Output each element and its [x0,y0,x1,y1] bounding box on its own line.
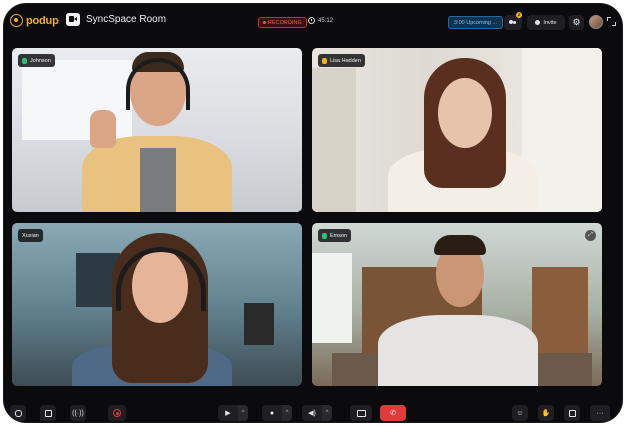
video-tile-xuxian[interactable]: Xuxian [12,223,302,386]
gear-icon: ⚙ [572,17,581,27]
participant-hair [434,235,486,255]
participant-shirt [140,148,176,212]
name-tag: Johnson [18,54,55,67]
speaker-options-button[interactable]: ^ [322,405,332,421]
notes-button[interactable] [40,405,56,421]
participants-count-badge: 2 [516,12,522,18]
end-call-button[interactable]: ✆ [380,405,406,421]
elapsed-time: 45:12 [318,17,334,24]
background-cabinet [532,267,588,357]
camera-icon: ▶ [225,410,231,417]
speaker-button[interactable]: ◀) [302,405,322,421]
more-icon: ··· [596,409,604,417]
emoji-icon: ☺ [516,409,524,417]
background-shelf [312,68,356,212]
chevron-up-icon: ^ [325,410,329,416]
chevron-right-icon: › [56,15,60,26]
broadcast-icon: ((·)) [72,409,84,417]
name-tag: Xuxian [18,229,43,242]
layout-button[interactable] [564,405,580,421]
add-user-icon [535,20,541,25]
participant-name: Emson [330,232,348,239]
raise-hand-icon: ✋ [541,410,551,417]
layout-icon [568,409,576,417]
background-speaker [244,303,274,345]
invite-label: Invite [543,19,557,26]
camera-options-button[interactable]: ^ [238,405,248,421]
record-icon [113,409,121,417]
bottom-toolbar: ((·)) ▶ ^ ● ^ ◀) ^ ✆ ☺ ✋ ··· [4,404,622,422]
chevron-up-icon: ^ [285,410,289,416]
clock-icon [308,17,315,24]
record-button[interactable] [108,405,126,421]
logo-icon [10,14,23,27]
speaker-icon: ◀) [308,410,316,417]
app-logo[interactable]: podup [10,14,59,27]
call-timer: 45:12 [308,17,333,24]
recording-dot-icon [263,21,266,24]
room-title: SyncSpace Room [86,14,167,25]
settings-button[interactable]: ⚙ [569,15,584,30]
chat-icon [14,409,22,417]
video-room-icon [66,13,80,26]
mic-speaking-icon [322,57,327,64]
participant-hand [90,110,116,148]
broadcast-button[interactable]: ((·)) [70,405,86,421]
pin-icon[interactable]: ⤢ [585,230,596,241]
video-tile-lisa-hadden[interactable]: Lisa Hadden [312,48,602,212]
background-window [312,253,352,343]
people-icon [509,19,517,26]
microphone-button[interactable]: ● [262,405,282,421]
mic-icon [22,57,27,64]
upcoming-label: 3:00 Upcoming ... [454,19,498,26]
participant-name: Lisa Hadden [330,57,361,64]
participant-name: Johnson [30,57,51,64]
upcoming-meeting-badge[interactable]: 3:00 Upcoming ... [448,16,504,29]
video-tile-emson[interactable]: Emson ⤢ [312,223,602,386]
user-avatar[interactable] [589,15,603,29]
participant-name: Xuxian [22,232,39,239]
microphone-options-button[interactable]: ^ [282,405,292,421]
name-tag: Lisa Hadden [318,54,365,67]
notes-icon [44,409,52,417]
recording-label: RECORDING [268,19,302,26]
mic-icon [322,232,327,239]
participant-body [378,315,538,386]
raise-hand-button[interactable]: ✋ [538,405,554,421]
more-button[interactable]: ··· [590,405,610,421]
camera-button[interactable]: ▶ [218,405,238,421]
microphone-icon: ● [269,409,275,417]
room-header: SyncSpace Room [66,13,166,26]
end-call-icon: ✆ [390,410,396,417]
chat-button[interactable] [10,405,26,421]
video-tile-johnson[interactable]: Johnson [12,48,302,212]
name-tag: Emson [318,229,352,242]
top-bar: podup › SyncSpace Room RECORDING 45:12 3… [4,4,622,38]
recording-badge: RECORDING [258,17,307,28]
participant-head [438,78,492,148]
video-call-window: podup › SyncSpace Room RECORDING 45:12 3… [4,4,622,422]
screen-share-icon [356,409,366,417]
reactions-button[interactable]: ☺ [512,405,528,421]
invite-button[interactable]: Invite [527,15,565,30]
fullscreen-icon[interactable] [607,17,616,26]
logo-text: podup [26,14,59,27]
chevron-up-icon: ^ [241,410,245,416]
screen-share-button[interactable] [350,405,372,421]
